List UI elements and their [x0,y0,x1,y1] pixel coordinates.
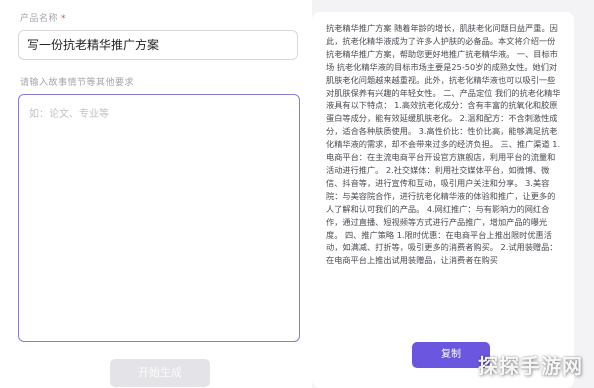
product-name-label: 产品名称 * [20,11,66,24]
product-name-label-text: 产品名称 [20,14,59,24]
site-watermark: 探探手游网 [478,354,583,378]
generate-button[interactable]: 开始生成 [110,359,210,387]
prompt-label: 请输入故事情节等其他要求 [20,78,135,88]
product-name-input[interactable]: 写一份抗老精华推广方案 [18,30,298,60]
output-panel: 抗老精华推广方案 随着年龄的增长，肌肤老化问题日益严重。因此，抗老化精华液成为了… [312,12,574,388]
prompt-textarea[interactable]: 如：论文、专业等 [18,94,300,342]
generated-text: 抗老精华推广方案 随着年龄的增长，肌肤老化问题日益严重。因此，抗老化精华液成为了… [326,23,561,266]
prompt-placeholder: 如：论文、专业等 [29,109,109,120]
required-mark: * [61,14,67,24]
input-form: 产品名称 * 写一份抗老精华推广方案 请输入故事情节等其他要求 如：论文、专业等 … [0,0,312,388]
